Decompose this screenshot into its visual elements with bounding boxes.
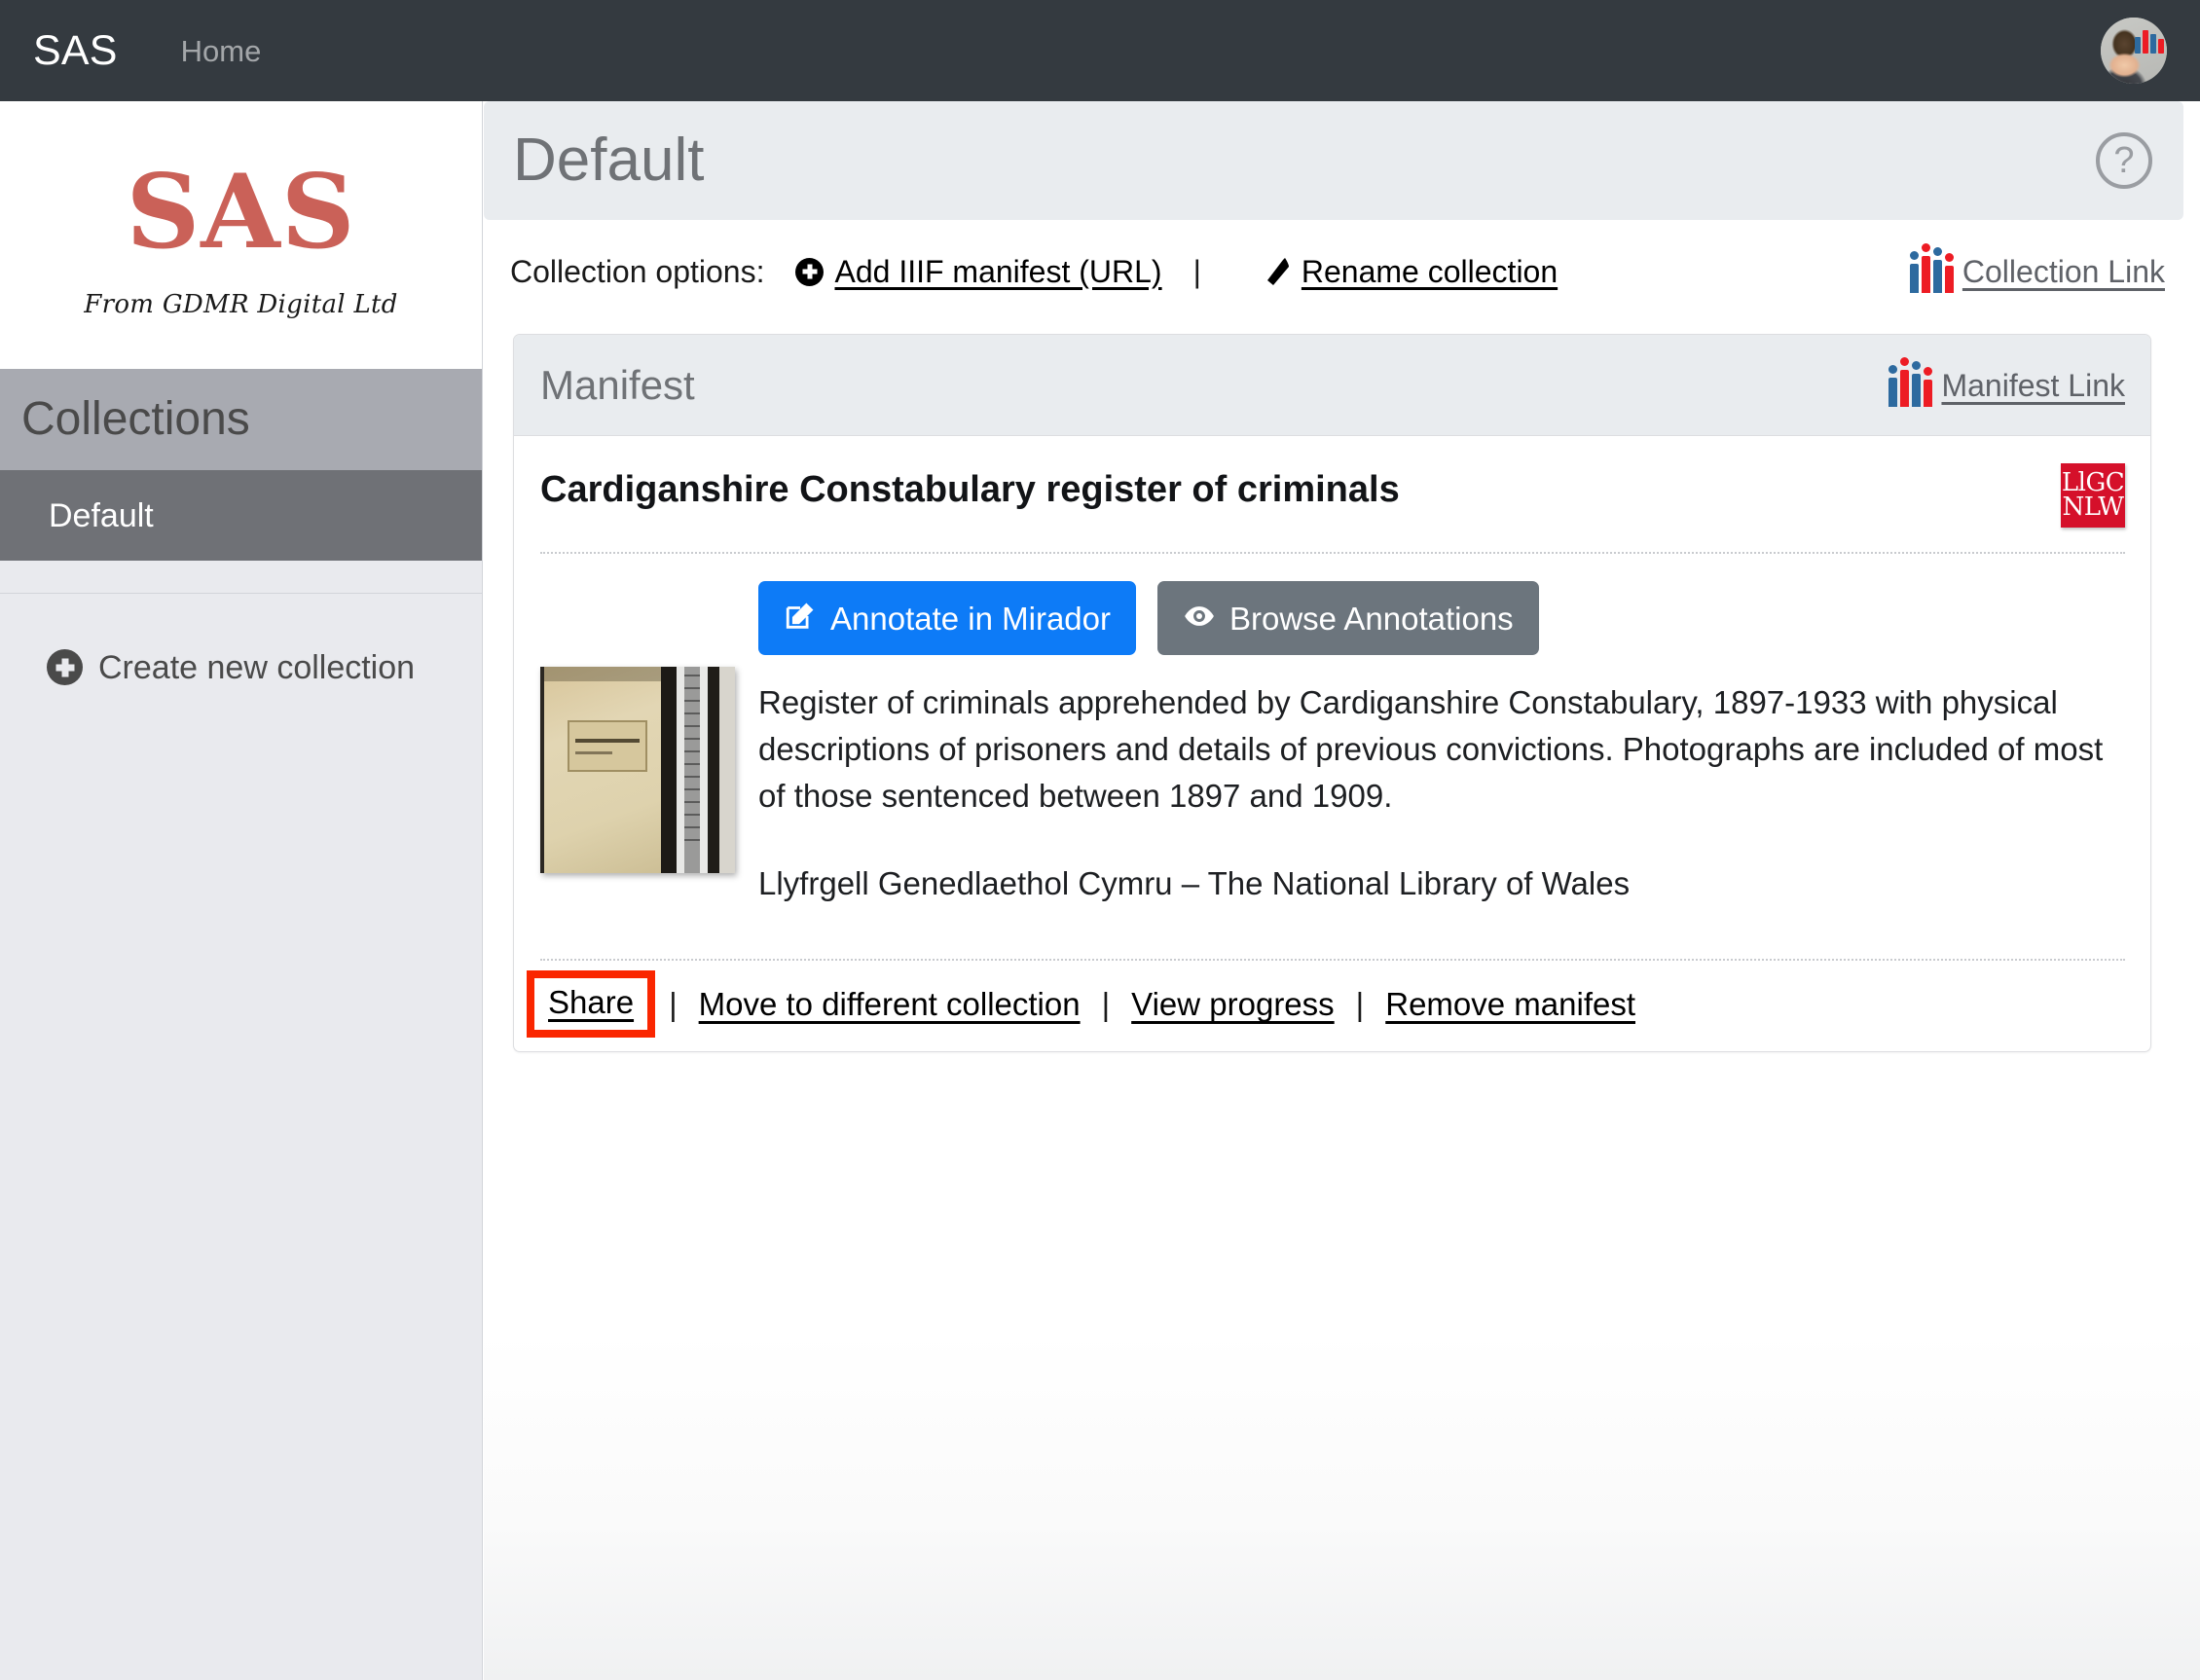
manifest-card-header: Manifest Manifest Link [514,335,2150,436]
thumbnail-label-plate [568,720,647,773]
sidebar-logo-block: SAS From GDMR Digital Ltd [0,101,482,369]
action-separator-3: | [1355,986,1365,1023]
collection-link-label: Collection Link [1962,254,2165,289]
nlw-logo-icon: LlGC NLW [2061,463,2125,528]
collection-link-button[interactable]: Collection Link [1909,243,2165,293]
add-iiif-manifest-label: Add IIIF manifest (URL) [834,254,1162,289]
thumbnail-ruler [684,675,700,849]
manifest-card-body: Annotate in Mirador Browse Annotations R… [514,554,2150,906]
share-link-highlight: Share [527,970,656,1039]
main-content: Default ? Collection options: Add IIIF m… [484,101,2200,1680]
action-separator-1: | [669,986,678,1023]
plus-icon [795,257,825,286]
sas-logo-subtitle: From GDMR Digital Ltd [84,290,398,319]
pencil-icon [1264,257,1291,286]
create-new-collection-button[interactable]: Create new collection [0,594,482,685]
manifest-link-button[interactable]: Manifest Link [1888,356,2125,407]
manifest-link-label: Manifest Link [1941,367,2125,403]
manifest-body-text: Annotate in Mirador Browse Annotations R… [735,581,2125,906]
sidebar: SAS From GDMR Digital Ltd Collections De… [0,101,483,1680]
iiif-logo-icon [2135,28,2164,54]
iiif-logo-icon [1909,243,1954,293]
sidebar-item-default[interactable]: Default [0,470,482,561]
action-separator-2: | [1101,986,1111,1023]
manifest-thumbnail[interactable] [540,667,735,873]
remove-manifest-link[interactable]: Remove manifest [1385,988,1635,1020]
manifest-button-row: Annotate in Mirador Browse Annotations [758,581,2125,655]
page-title: Default [513,127,705,194]
thumbnail-top-shadow [544,667,661,681]
manifest-description: Register of criminals apprehended by Car… [758,684,2104,814]
page-header: Default ? [484,101,2183,220]
iiif-logo-icon [1888,356,1933,407]
sidebar-item-label: Default [49,496,154,534]
rename-collection-label: Rename collection [1301,254,1558,289]
create-new-collection-label: Create new collection [98,648,416,686]
nlw-logo-line2: NLW [2062,493,2124,522]
manifest-title-row: Cardiganshire Constabulary register of c… [514,436,2150,530]
navbar-link-home[interactable]: Home [181,36,262,66]
annotate-in-mirador-label: Annotate in Mirador [830,600,1111,637]
manifest-title: Cardiganshire Constabulary register of c… [540,469,1400,510]
share-link[interactable]: Share [548,986,634,1018]
avatar[interactable] [2101,18,2167,84]
pen-to-square-icon [784,600,817,638]
top-navbar: SAS Home [0,0,2200,101]
annotate-in-mirador-button[interactable]: Annotate in Mirador [758,581,1136,655]
eye-icon [1183,600,1216,638]
collections-header: Collections [0,369,482,470]
collection-options-label: Collection options: [510,254,765,289]
view-progress-link[interactable]: View progress [1131,988,1335,1020]
manifest-card: Manifest Manifest Link Cardiganshire Con… [513,334,2151,1053]
collection-options-row: Collection options: Add IIIF manifest (U… [484,227,2200,316]
add-iiif-manifest-button[interactable]: Add IIIF manifest (URL) [795,254,1162,289]
move-to-different-collection-link[interactable]: Move to different collection [699,988,1081,1020]
options-separator: | [1192,254,1201,289]
manifest-attribution: Llyfrgell Genedlaethol Cymru – The Natio… [758,864,1631,901]
navbar-brand[interactable]: SAS [33,29,128,72]
sas-logo: SAS [126,151,356,272]
manifest-actions-row: Share | Move to different collection | V… [514,961,2150,1051]
rename-collection-button[interactable]: Rename collection [1264,256,1558,287]
help-icon[interactable]: ? [2096,132,2152,189]
plus-circle-icon [47,649,83,685]
collections-header-label: Collections [21,393,250,445]
browse-annotations-label: Browse Annotations [1229,600,1514,637]
manifest-card-title: Manifest [540,361,695,408]
browse-annotations-button[interactable]: Browse Annotations [1157,581,1539,655]
